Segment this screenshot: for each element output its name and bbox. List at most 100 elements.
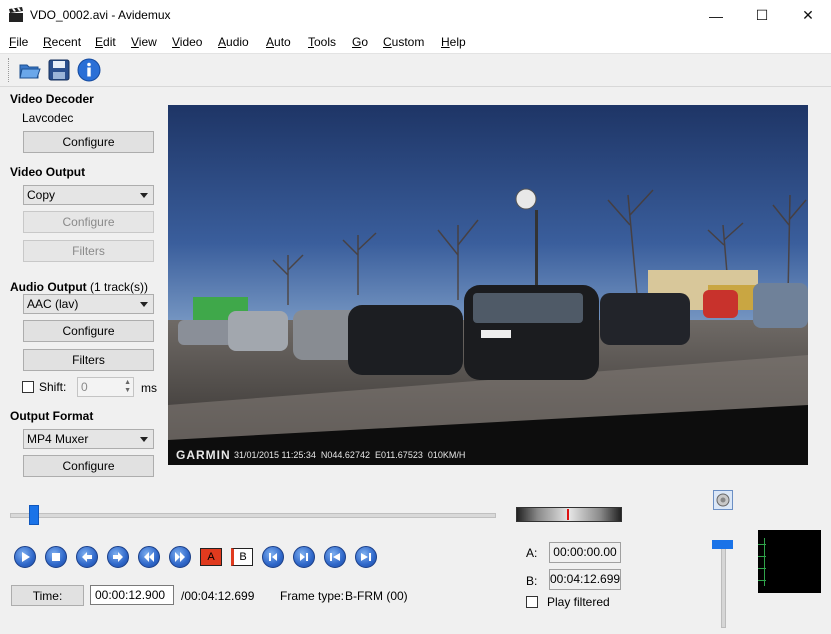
set-marker-a-button[interactable]: A <box>200 548 222 566</box>
overlay-telemetry: 31/01/2015 11:25:34 N044.62742 E011.6752… <box>234 450 466 460</box>
shift-value: 0 <box>81 380 88 394</box>
menu-view[interactable]: View <box>131 35 157 49</box>
audio-output-selected: AAC (lav) <box>27 297 79 311</box>
video-preview: GARMIN 31/01/2015 11:25:34 N044.62742 E0… <box>168 105 808 465</box>
marker-a-field: 00:00:00.00 <box>549 542 621 563</box>
current-time-field[interactable]: 00:00:12.900 <box>90 585 174 605</box>
stop-button[interactable] <box>45 546 67 568</box>
play-filtered-label: Play filtered <box>547 595 610 609</box>
frame-type-value: B-FRM (00) <box>345 589 408 603</box>
skip-back-icon <box>330 553 340 561</box>
marker-a-letter: A <box>207 551 215 563</box>
menu-tools[interactable]: Tools <box>308 35 336 49</box>
speaker-icon <box>716 493 730 507</box>
menu-audio[interactable]: Audio <box>218 35 249 49</box>
audio-output-heading: Audio Output (1 track(s)) <box>10 280 148 294</box>
overlay-brand: GARMIN <box>176 448 231 462</box>
toolbar <box>0 53 831 87</box>
menu-edit[interactable]: Edit <box>95 35 116 49</box>
fast-forward-icon <box>175 552 185 562</box>
chevron-down-icon <box>140 302 148 307</box>
minimize-icon: — <box>709 7 723 24</box>
audio-filters-button[interactable]: Filters <box>23 349 154 371</box>
shift-checkbox[interactable] <box>22 381 34 393</box>
audio-output-title: Audio Output <box>10 280 87 294</box>
maximize-icon: ☐ <box>755 7 769 23</box>
window-title: VDO_0002.avi - Avidemux <box>30 8 171 22</box>
volume-track[interactable] <box>721 548 726 628</box>
play-filtered-checkbox[interactable] <box>526 596 538 608</box>
output-format-selected: MP4 Muxer <box>27 432 89 446</box>
minimize-button[interactable]: — <box>693 0 739 31</box>
chevron-down-icon <box>140 193 148 198</box>
video-decoder-title: Video Decoder <box>10 92 94 106</box>
close-button[interactable]: ✕ <box>785 0 831 31</box>
marker-b-label: B: <box>526 574 538 588</box>
video-frame-image <box>168 105 808 465</box>
next-frame-button[interactable] <box>107 546 129 568</box>
output-format-select[interactable]: MP4 Muxer <box>23 429 154 449</box>
skip-forward-icon <box>361 553 371 561</box>
arrow-left-icon <box>82 552 92 562</box>
open-folder-icon[interactable] <box>18 58 42 82</box>
audio-output-select[interactable]: AAC (lav) <box>23 294 154 314</box>
menu-help[interactable]: Help <box>441 35 466 49</box>
shift-unit: ms <box>141 381 157 395</box>
close-icon: ✕ <box>802 7 814 23</box>
rewind-icon <box>144 552 154 562</box>
marker-a-label: A: <box>526 546 538 560</box>
audio-track-count: (1 track(s)) <box>89 280 148 294</box>
menu-custom[interactable]: Custom <box>383 35 424 49</box>
timeline-track[interactable] <box>10 513 496 518</box>
maximize-button[interactable]: ☐ <box>739 0 785 31</box>
chevron-down-icon <box>140 437 148 442</box>
decoder-name: Lavcodec <box>22 111 74 125</box>
next-black-button[interactable] <box>355 546 377 568</box>
shift-spinbox[interactable]: 0 ▲ ▼ <box>77 377 134 397</box>
video-output-title: Video Output <box>10 165 86 179</box>
frame-type-label: Frame type: <box>280 589 345 603</box>
jog-shuttle[interactable] <box>516 507 622 522</box>
volume-handle[interactable] <box>712 540 733 549</box>
volume-button[interactable] <box>713 490 733 510</box>
marker-b-letter: B <box>239 551 247 563</box>
total-time: /00:04:12.699 <box>181 589 255 603</box>
info-icon[interactable] <box>77 58 101 82</box>
video-output-select[interactable]: Copy <box>23 185 154 205</box>
video-configure-button[interactable]: Configure <box>23 211 154 233</box>
video-output-selected: Copy <box>27 188 56 202</box>
timeline-handle[interactable] <box>29 505 40 525</box>
audio-meter <box>758 530 821 593</box>
shift-label: Shift: <box>39 380 67 394</box>
time-button[interactable]: Time: <box>11 585 84 606</box>
spin-arrows-icon[interactable]: ▲ ▼ <box>124 379 131 395</box>
set-marker-b-button[interactable]: B <box>231 548 253 566</box>
clapperboard-icon <box>9 7 23 22</box>
marker-b-field: 00:04:12.699 <box>549 569 621 590</box>
next-keyframe-button[interactable] <box>169 546 191 568</box>
audio-configure-button[interactable]: Configure <box>23 320 154 342</box>
menu-file[interactable]: File <box>9 35 28 49</box>
prev-frame-button[interactable] <box>76 546 98 568</box>
goto-end-icon <box>300 553 308 561</box>
goto-start-icon <box>269 553 277 561</box>
menu-go[interactable]: Go <box>352 35 368 49</box>
menu-video[interactable]: Video <box>172 35 202 49</box>
save-disk-icon[interactable] <box>47 58 71 82</box>
menu-auto[interactable]: Auto <box>266 35 291 49</box>
prev-black-button[interactable] <box>324 546 346 568</box>
decoder-configure-button[interactable]: Configure <box>23 131 154 153</box>
stop-icon <box>52 553 60 561</box>
video-filters-button[interactable]: Filters <box>23 240 154 262</box>
goto-marker-b-button[interactable] <box>293 546 315 568</box>
goto-marker-a-button[interactable] <box>262 546 284 568</box>
play-button[interactable] <box>14 546 36 568</box>
prev-keyframe-button[interactable] <box>138 546 160 568</box>
arrow-right-icon <box>113 552 123 562</box>
play-icon <box>22 552 30 562</box>
menu-recent[interactable]: Recent <box>43 35 81 49</box>
output-format-title: Output Format <box>10 409 94 423</box>
muxer-configure-button[interactable]: Configure <box>23 455 154 477</box>
jog-indicator <box>567 509 569 520</box>
title-bar: VDO_0002.avi - Avidemux — ☐ ✕ <box>0 0 831 31</box>
